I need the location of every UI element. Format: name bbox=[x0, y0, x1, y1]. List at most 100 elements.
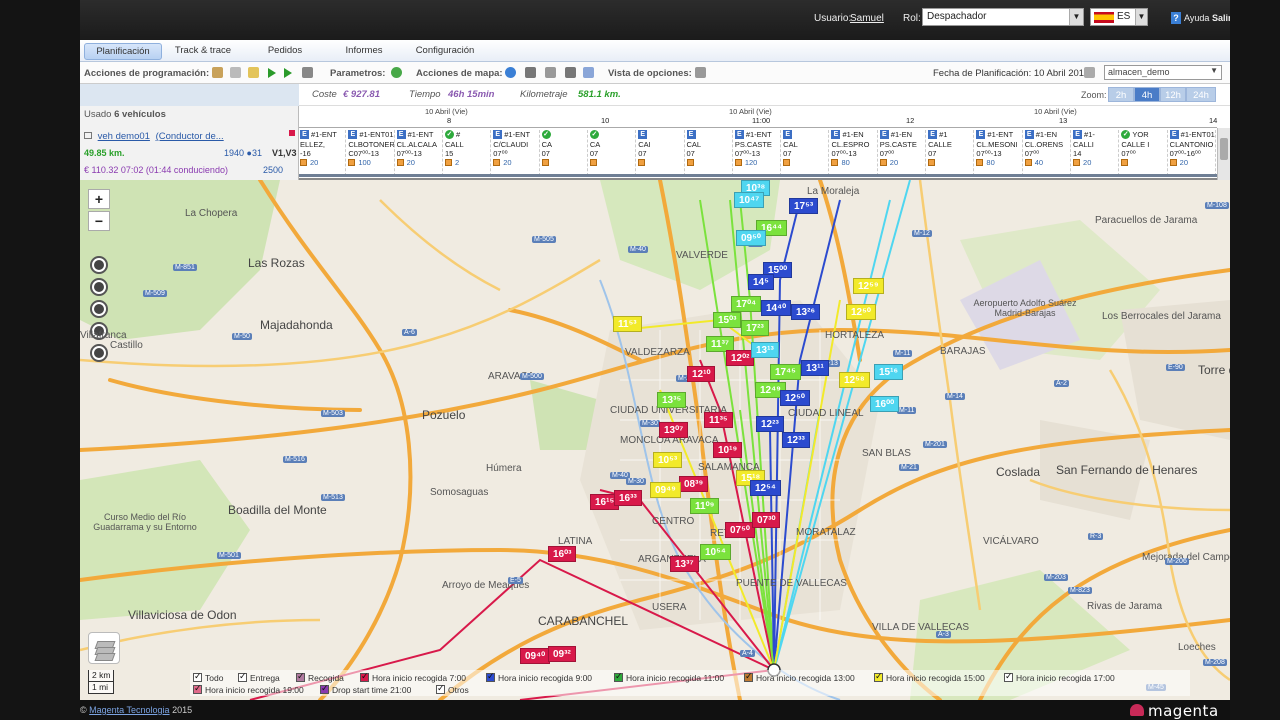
optimize-icon[interactable] bbox=[302, 67, 313, 78]
legend-item[interactable]: Hora inicio recogida 19:00 bbox=[193, 683, 304, 695]
stop-marker[interactable]: 13³⁷ bbox=[670, 556, 699, 572]
stop-marker[interactable]: 13¹¹ bbox=[801, 360, 829, 376]
timeline-stop[interactable]: ✓ YOR CALLE I 07⁰⁰ bbox=[1120, 130, 1168, 176]
stop-marker[interactable]: 11³⁵ bbox=[704, 412, 733, 428]
legend-item[interactable]: Hora inicio recogida 13:00 bbox=[744, 671, 855, 683]
polygon-icon[interactable] bbox=[583, 67, 594, 78]
legend-item[interactable]: Entrega bbox=[238, 671, 280, 683]
stop-marker[interactable]: 09⁵⁰ bbox=[736, 230, 766, 246]
role-select[interactable]: Despachador ▼ bbox=[922, 8, 1084, 26]
stop-marker[interactable]: 17⁴⁵ bbox=[770, 364, 801, 380]
stop-marker[interactable]: 12³³ bbox=[782, 432, 810, 448]
legend-item[interactable]: Hora inicio recogida 11:00 bbox=[614, 671, 724, 683]
help-link[interactable]: Ayuda bbox=[1184, 13, 1209, 23]
timeline-stop[interactable]: ✓ CA 07 bbox=[541, 130, 588, 176]
timeline-stop[interactable]: E CAL 07 bbox=[782, 130, 830, 176]
map-tool-button-3[interactable] bbox=[90, 300, 108, 318]
tab-configuracion[interactable]: Configuración bbox=[410, 43, 480, 60]
hammer-icon[interactable] bbox=[212, 67, 223, 78]
stop-marker[interactable]: 09⁴⁹ bbox=[650, 482, 681, 498]
stop-marker[interactable]: 08³⁹ bbox=[679, 476, 709, 492]
route-map[interactable]: + − 2 km 1 mi La Chopera Las Rozas Majadah… bbox=[80, 180, 1230, 700]
stop-marker[interactable]: 12⁵⁰ bbox=[780, 390, 810, 406]
legend-checkbox[interactable] bbox=[296, 671, 305, 682]
legend-item[interactable]: Todo bbox=[193, 671, 223, 683]
tab-planificacion[interactable]: Planificación bbox=[84, 43, 162, 60]
stop-marker[interactable]: 16³³ bbox=[614, 490, 642, 506]
stop-marker[interactable]: 16⁰³ bbox=[548, 546, 577, 562]
timeline-stop[interactable]: E CAL 07 bbox=[686, 130, 733, 176]
legend-item[interactable]: Hora inicio recogida 17:00 bbox=[1004, 671, 1115, 683]
view-options-icon[interactable] bbox=[695, 67, 706, 78]
language-select[interactable]: ES ▼ bbox=[1090, 8, 1148, 26]
play-icon[interactable] bbox=[268, 68, 276, 78]
timeline-stop[interactable]: E #1-ENT01 CLBOTONER C07⁰⁰-13 100 bbox=[347, 130, 395, 176]
timeline-stop[interactable]: E #1-ENT ELLEZ, -16 20 bbox=[299, 130, 347, 176]
stop-marker[interactable]: 09⁴⁰ bbox=[520, 648, 551, 664]
stop-marker[interactable]: 07⁵⁰ bbox=[725, 522, 755, 538]
vehicle-link[interactable]: veh demo01 bbox=[98, 131, 150, 142]
map-tool-button-1[interactable] bbox=[90, 256, 108, 274]
user-name-link[interactable]: Samuel bbox=[850, 13, 884, 24]
legend-checkbox[interactable] bbox=[320, 683, 329, 694]
map-tool-button-5[interactable] bbox=[90, 344, 108, 362]
stop-marker[interactable]: 12⁵⁰ bbox=[846, 304, 876, 320]
scrollbar-thumb[interactable] bbox=[1220, 138, 1228, 160]
zoom-out-button[interactable]: − bbox=[88, 211, 110, 231]
stop-marker[interactable]: 14⁵ bbox=[748, 274, 774, 290]
help-icon[interactable]: ? bbox=[1171, 12, 1181, 24]
zoom-24h-button[interactable]: 24h bbox=[1186, 87, 1216, 102]
driver-link[interactable]: (Conductor de... bbox=[156, 131, 224, 142]
legend-checkbox[interactable] bbox=[874, 671, 883, 682]
legend-item[interactable]: Hora inicio recogida 7:00 bbox=[360, 671, 466, 683]
stop-marker[interactable]: 12²³ bbox=[756, 416, 784, 432]
truck-icon[interactable] bbox=[565, 67, 576, 78]
stop-marker[interactable]: 10⁵⁴ bbox=[700, 544, 731, 560]
timeline-stop[interactable]: E #1-EN CL.ORENS 07⁰⁰ 40 bbox=[1024, 130, 1072, 176]
legend-item[interactable]: Hora inicio recogida 9:00 bbox=[486, 671, 592, 683]
zoom-4h-button[interactable]: 4h bbox=[1134, 87, 1160, 102]
stop-marker[interactable]: 10⁵³ bbox=[653, 452, 683, 468]
stop-marker[interactable]: 17⁰⁴ bbox=[731, 296, 762, 312]
timeline-stop[interactable]: E #1-ENT CL.ALCALA 07⁰⁰-13 20 bbox=[396, 130, 443, 176]
legend-checkbox[interactable] bbox=[436, 683, 445, 694]
legend-item[interactable]: Recogida bbox=[296, 671, 344, 683]
timeline-stop[interactable]: E #1- CALLI 14 20 bbox=[1072, 130, 1120, 176]
stop-marker[interactable]: 10¹⁹ bbox=[713, 442, 743, 458]
stop-marker[interactable]: 11⁵³ bbox=[613, 316, 642, 332]
calendar-icon[interactable] bbox=[1084, 67, 1095, 78]
timeline-stop[interactable]: ✓ CA 07 bbox=[589, 130, 637, 176]
stop-marker[interactable]: 13³⁵ bbox=[657, 392, 687, 408]
timeline-stop[interactable]: E CAI 07 bbox=[637, 130, 685, 176]
company-link[interactable]: Magenta Tecnologia bbox=[89, 705, 169, 715]
stop-marker[interactable]: 14⁴⁰ bbox=[761, 300, 792, 316]
timeline-stop[interactable]: E #1-ENT PS.CASTE 07⁰⁰-13 120 bbox=[734, 130, 782, 176]
legend-checkbox[interactable] bbox=[193, 671, 202, 682]
unlock-icon[interactable] bbox=[248, 67, 259, 78]
stop-marker[interactable]: 12¹⁰ bbox=[687, 366, 716, 382]
tab-informes[interactable]: Informes bbox=[334, 43, 394, 60]
params-icon[interactable] bbox=[391, 67, 402, 78]
stop-marker[interactable]: 12⁵⁹ bbox=[853, 278, 884, 294]
legend-checkbox[interactable] bbox=[744, 671, 753, 682]
legend-checkbox[interactable] bbox=[486, 671, 495, 682]
stop-marker[interactable]: 15⁰³ bbox=[713, 312, 742, 328]
timeline-stop[interactable]: E #1-EN CL.ESPRO 07⁰⁰-13 80 bbox=[830, 130, 878, 176]
stop-marker[interactable]: 10⁴⁷ bbox=[734, 192, 765, 208]
legend-item[interactable]: Otros bbox=[436, 683, 469, 695]
route-icon[interactable] bbox=[545, 67, 556, 78]
stop-marker[interactable]: 15¹⁶ bbox=[874, 364, 904, 380]
logout-link[interactable]: Salir bbox=[1212, 13, 1230, 23]
fast-forward-icon[interactable] bbox=[284, 68, 292, 78]
legend-checkbox[interactable] bbox=[193, 683, 202, 694]
timeline-stop[interactable]: E #1-ENT015 CLANTONIO L 07⁰⁰-16⁰⁰ 20 bbox=[1169, 130, 1216, 176]
layers-icon[interactable] bbox=[88, 632, 120, 664]
zoom-in-button[interactable]: + bbox=[88, 189, 110, 209]
zoom-12h-button[interactable]: 12h bbox=[1160, 87, 1186, 102]
legend-checkbox[interactable] bbox=[1004, 671, 1013, 682]
timeline-stop[interactable]: ✓ # CALL 15 2 bbox=[444, 130, 492, 176]
stop-marker[interactable]: 16⁰⁰ bbox=[870, 396, 900, 412]
legend-item[interactable]: Hora inicio recogida 15:00 bbox=[874, 671, 985, 683]
legend-item[interactable]: Drop start time 21:00 bbox=[320, 683, 411, 695]
legend-checkbox[interactable] bbox=[614, 671, 623, 682]
